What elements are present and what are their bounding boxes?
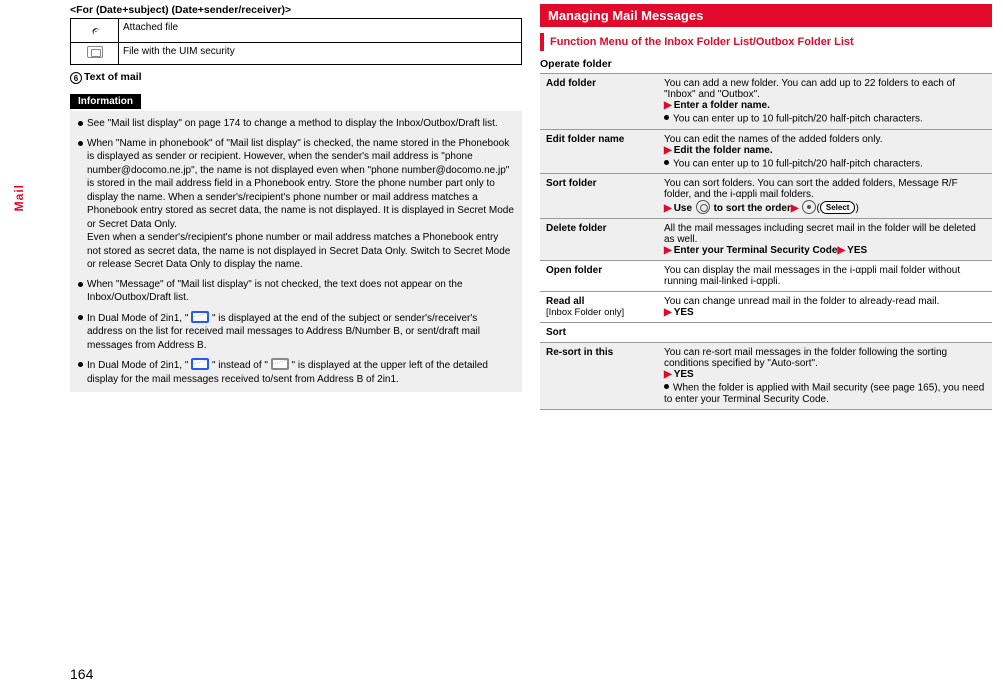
- row-open-folder-desc: You can display the mail messages in the…: [658, 261, 992, 292]
- bullet-icon: [664, 160, 669, 165]
- row-add-folder-name: Add folder: [540, 74, 658, 129]
- information-badge: Information: [70, 94, 141, 109]
- subheading-function-menu: Function Menu of the Inbox Folder List/O…: [540, 33, 992, 51]
- triangle-icon: ▶: [791, 203, 799, 214]
- row-open-folder-name: Open folder: [540, 261, 658, 292]
- center-key-icon: [802, 200, 816, 214]
- info-text-1: See "Mail list display" on page 174 to c…: [87, 117, 498, 131]
- item-6-text: Text of mail: [84, 71, 142, 83]
- bullet-icon: [78, 141, 83, 146]
- operate-folder-header: Operate folder: [540, 55, 992, 74]
- select-softkey-icon: Select: [820, 201, 856, 214]
- bullet-icon: [664, 115, 669, 120]
- page-number: 164: [70, 666, 93, 682]
- row-sort-folder-desc: You can sort folders. You can sort the a…: [658, 174, 992, 219]
- address-b-envelope-icon: [191, 358, 209, 370]
- info-text-5: In Dual Mode of 2in1, " " instead of " "…: [87, 358, 514, 386]
- bullet-icon: [78, 315, 83, 320]
- row-add-folder-desc: You can add a new folder. You can add up…: [658, 74, 992, 129]
- bullet-icon: [78, 121, 83, 126]
- item-6-heading: 6Text of mail: [70, 71, 522, 84]
- manual-page: Mail 164 <For (Date+subject) (Date+sende…: [0, 0, 1003, 700]
- section-heading-managing: Managing Mail Messages: [540, 4, 992, 27]
- multi-selector-icon: [696, 200, 710, 214]
- bullet-icon: [78, 362, 83, 367]
- left-column: <For (Date+subject) (Date+sender/receive…: [70, 4, 522, 392]
- triangle-icon: ▶: [664, 203, 672, 214]
- triangle-icon: ▶: [664, 369, 672, 380]
- info-text-4: In Dual Mode of 2in1, " " is displayed a…: [87, 311, 514, 353]
- triangle-icon: ▶: [664, 145, 672, 156]
- row-resort-name: Re-sort in this: [540, 343, 658, 410]
- uim-icon-cell: [71, 43, 119, 65]
- left-title: <For (Date+subject) (Date+sender/receive…: [70, 4, 522, 16]
- row-sort-folder-name: Sort folder: [540, 174, 658, 219]
- triangle-icon: ▶: [664, 100, 672, 111]
- row-edit-folder-name: Edit folder name: [540, 129, 658, 174]
- bullet-icon: [78, 282, 83, 287]
- side-tab-mail: Mail: [12, 184, 26, 211]
- row-read-all-sub: [Inbox Folder only]: [546, 307, 624, 318]
- info-text-3: When "Message" of "Mail list display" is…: [87, 278, 514, 305]
- attached-file-label: Attached file: [119, 19, 522, 43]
- step-6-icon: 6: [70, 72, 82, 84]
- row-resort-desc: You can re-sort mail messages in the fol…: [658, 343, 992, 410]
- clip-icon-cell: 𝄐: [71, 19, 119, 43]
- sort-header: Sort: [540, 323, 992, 343]
- function-table: Add folder You can add a new folder. You…: [540, 74, 992, 410]
- uim-security-label: File with the UIM security: [119, 43, 522, 65]
- address-b-envelope-icon: [191, 311, 209, 323]
- bullet-icon: [664, 384, 669, 389]
- row-read-all-name: Read all [Inbox Folder only]: [540, 292, 658, 323]
- row-edit-folder-desc: You can edit the names of the added fold…: [658, 129, 992, 174]
- row-delete-folder-name: Delete folder: [540, 219, 658, 261]
- envelope-icon: [271, 358, 289, 370]
- row-delete-folder-desc: All the mail messages including secret m…: [658, 219, 992, 261]
- right-column: Managing Mail Messages Function Menu of …: [540, 4, 992, 410]
- information-box: See "Mail list display" on page 174 to c…: [70, 111, 522, 392]
- info-text-2: When "Name in phonebook" of "Mail list d…: [87, 137, 514, 272]
- triangle-icon: ▶: [837, 245, 845, 256]
- paperclip-icon: 𝄐: [86, 22, 104, 40]
- attachment-icon-table: 𝄐 Attached file File with the UIM securi…: [70, 18, 522, 65]
- row-read-all-desc: You can change unread mail in the folder…: [658, 292, 992, 323]
- triangle-icon: ▶: [664, 245, 672, 256]
- uim-chip-icon: [87, 46, 103, 58]
- triangle-icon: ▶: [664, 307, 672, 318]
